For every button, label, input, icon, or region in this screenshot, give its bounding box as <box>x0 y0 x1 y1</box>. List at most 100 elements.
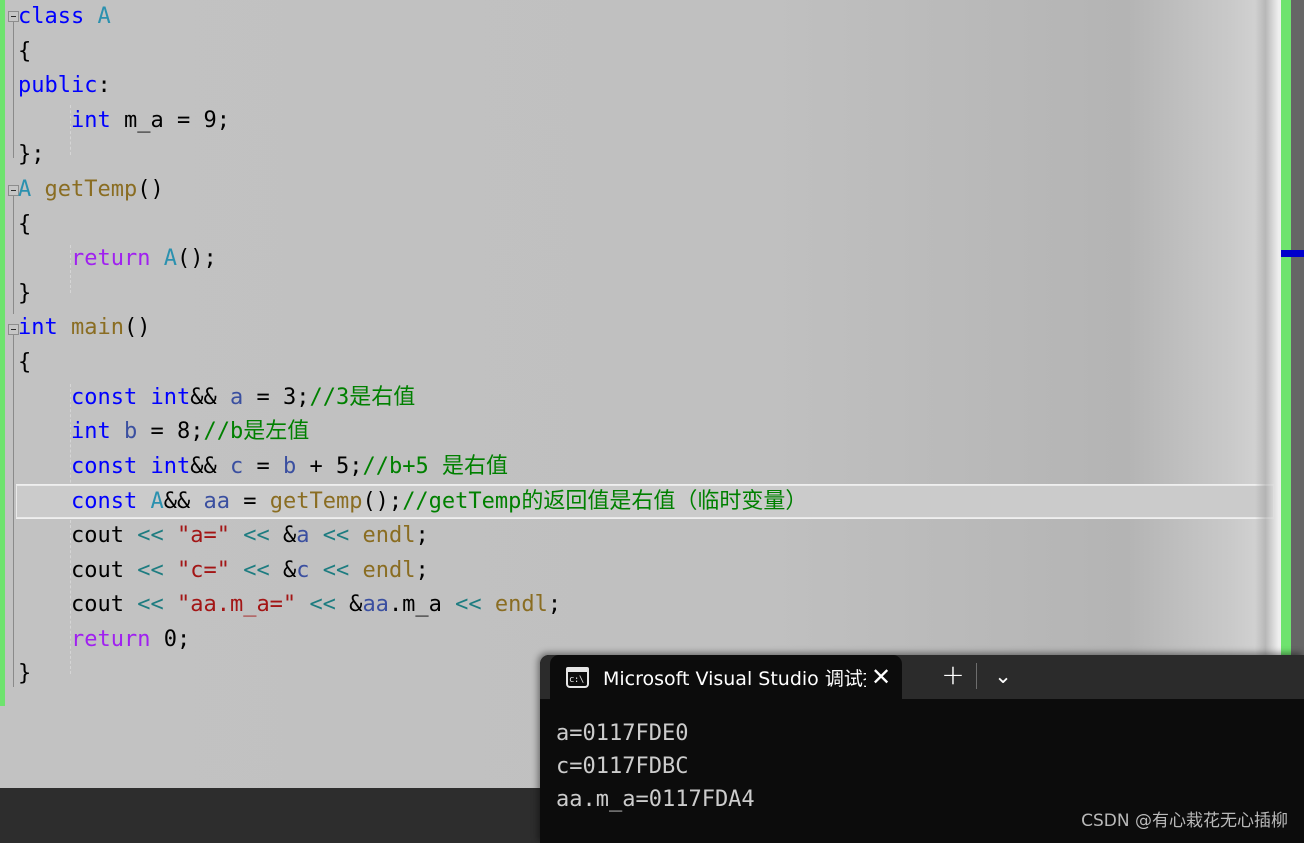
code-token: ; <box>176 626 191 652</box>
code-token: << <box>243 522 270 548</box>
code-line[interactable]: cout << "c=" << &c << endl; <box>0 554 1281 589</box>
code-token: //getTemp的返回值是右值（临时变量） <box>402 489 808 515</box>
code-token: ; <box>547 592 562 618</box>
code-line[interactable]: cout << "a=" << &a << endl; <box>0 519 1281 554</box>
code-token: ; <box>349 453 363 479</box>
terminal-window[interactable]: c:\ Microsoft Visual Studio 调试挄 ✕ + ⌄ a=… <box>540 655 1304 843</box>
code-line[interactable]: } <box>0 277 1281 312</box>
close-icon[interactable]: ✕ <box>866 665 896 689</box>
code-token: () <box>123 315 151 341</box>
code-token: "aa.m_a=" <box>176 592 297 618</box>
code-line[interactable]: }; <box>0 138 1281 173</box>
code-token: & <box>269 522 297 548</box>
code-token: << <box>137 557 164 583</box>
code-token: << <box>322 522 350 548</box>
code-token: aa <box>203 489 230 515</box>
code-line[interactable]: { <box>0 35 1281 70</box>
code-line[interactable]: const int&& a = 3;//3是右值 <box>0 381 1281 416</box>
code-line[interactable]: { <box>0 346 1281 381</box>
code-line[interactable]: { <box>0 208 1281 243</box>
code-token: main <box>71 315 124 341</box>
terminal-tab[interactable]: c:\ Microsoft Visual Studio 调试挄 ✕ <box>550 655 902 699</box>
code-token: && <box>190 384 230 410</box>
code-token: << <box>455 592 482 618</box>
code-line-current[interactable]: const A&& aa = getTemp();//getTemp的返回值是右… <box>16 484 1274 519</box>
code-token: ; <box>296 384 310 410</box>
watermark-text: CSDN @有心栽花无心插柳 <box>1081 811 1288 831</box>
scrollbar-marker <box>1281 250 1304 257</box>
code-token: endl <box>362 557 416 583</box>
code-line[interactable]: class A <box>0 0 1281 35</box>
code-token: () <box>137 176 164 202</box>
code-token: m_a = <box>110 107 204 133</box>
code-token: "a=" <box>176 522 230 548</box>
code-line[interactable]: int main() <box>0 311 1281 346</box>
code-token: ; <box>415 522 429 548</box>
code-token: A <box>163 246 177 272</box>
code-line[interactable]: const int&& c = b + 5;//b+5 是右值 <box>0 450 1281 485</box>
code-line[interactable]: public: <box>0 69 1281 104</box>
console-icon-label: c:\ <box>569 674 584 685</box>
code-line[interactable]: return 0; <box>0 623 1281 658</box>
code-token: endl <box>362 522 416 548</box>
code-token: 3 <box>282 384 297 410</box>
code-token: } <box>18 280 32 306</box>
code-token: public <box>18 73 98 99</box>
scrollbar-thumb[interactable] <box>1281 0 1291 706</box>
code-token: << <box>322 557 350 583</box>
code-token: "c=" <box>176 557 230 583</box>
code-token: << <box>137 522 164 548</box>
code-token: = <box>243 453 283 479</box>
code-token: c <box>229 453 244 479</box>
terminal-output-line: a=0117FDE0 <box>556 721 689 746</box>
code-token: << <box>309 592 336 618</box>
code-token: getTemp <box>269 489 363 515</box>
new-tab-icon[interactable]: + <box>930 661 976 689</box>
terminal-titlebar[interactable]: c:\ Microsoft Visual Studio 调试挄 ✕ + ⌄ <box>540 655 1304 699</box>
terminal-output-line: c=0117FDBC <box>556 754 689 779</box>
code-token: int <box>150 384 191 410</box>
code-token: return <box>70 626 151 652</box>
code-token: : <box>97 73 111 99</box>
code-token: a <box>229 384 244 410</box>
chevron-down-icon[interactable]: ⌄ <box>977 666 1029 687</box>
code-line[interactable]: int b = 8;//b是左值 <box>0 415 1281 450</box>
code-content[interactable]: class A{public: int m_a = 9;}; A getTemp(… <box>0 0 1281 692</box>
code-token: b <box>123 419 138 445</box>
code-token: { <box>18 349 32 375</box>
code-token: 8 <box>176 419 191 445</box>
code-token: ; <box>216 107 230 133</box>
code-token: aa <box>362 592 389 618</box>
console-icon: c:\ <box>566 666 589 688</box>
code-line[interactable]: A getTemp() <box>0 173 1281 208</box>
code-token: //3是右值 <box>309 384 416 410</box>
terminal-output[interactable]: a=0117FDE0 c=0117FDBC aa.m_a=0117FDA4 <box>540 699 1304 816</box>
code-line[interactable]: int m_a = 9; <box>0 104 1281 139</box>
code-token: A <box>18 176 32 202</box>
code-token: << <box>137 592 164 618</box>
code-line[interactable]: return A(); <box>0 242 1281 277</box>
code-token: getTemp <box>44 176 138 202</box>
code-token: int <box>18 315 58 341</box>
code-line[interactable]: cout << "aa.m_a=" << &aa.m_a << endl; <box>0 588 1281 623</box>
code-token: b <box>282 453 297 479</box>
